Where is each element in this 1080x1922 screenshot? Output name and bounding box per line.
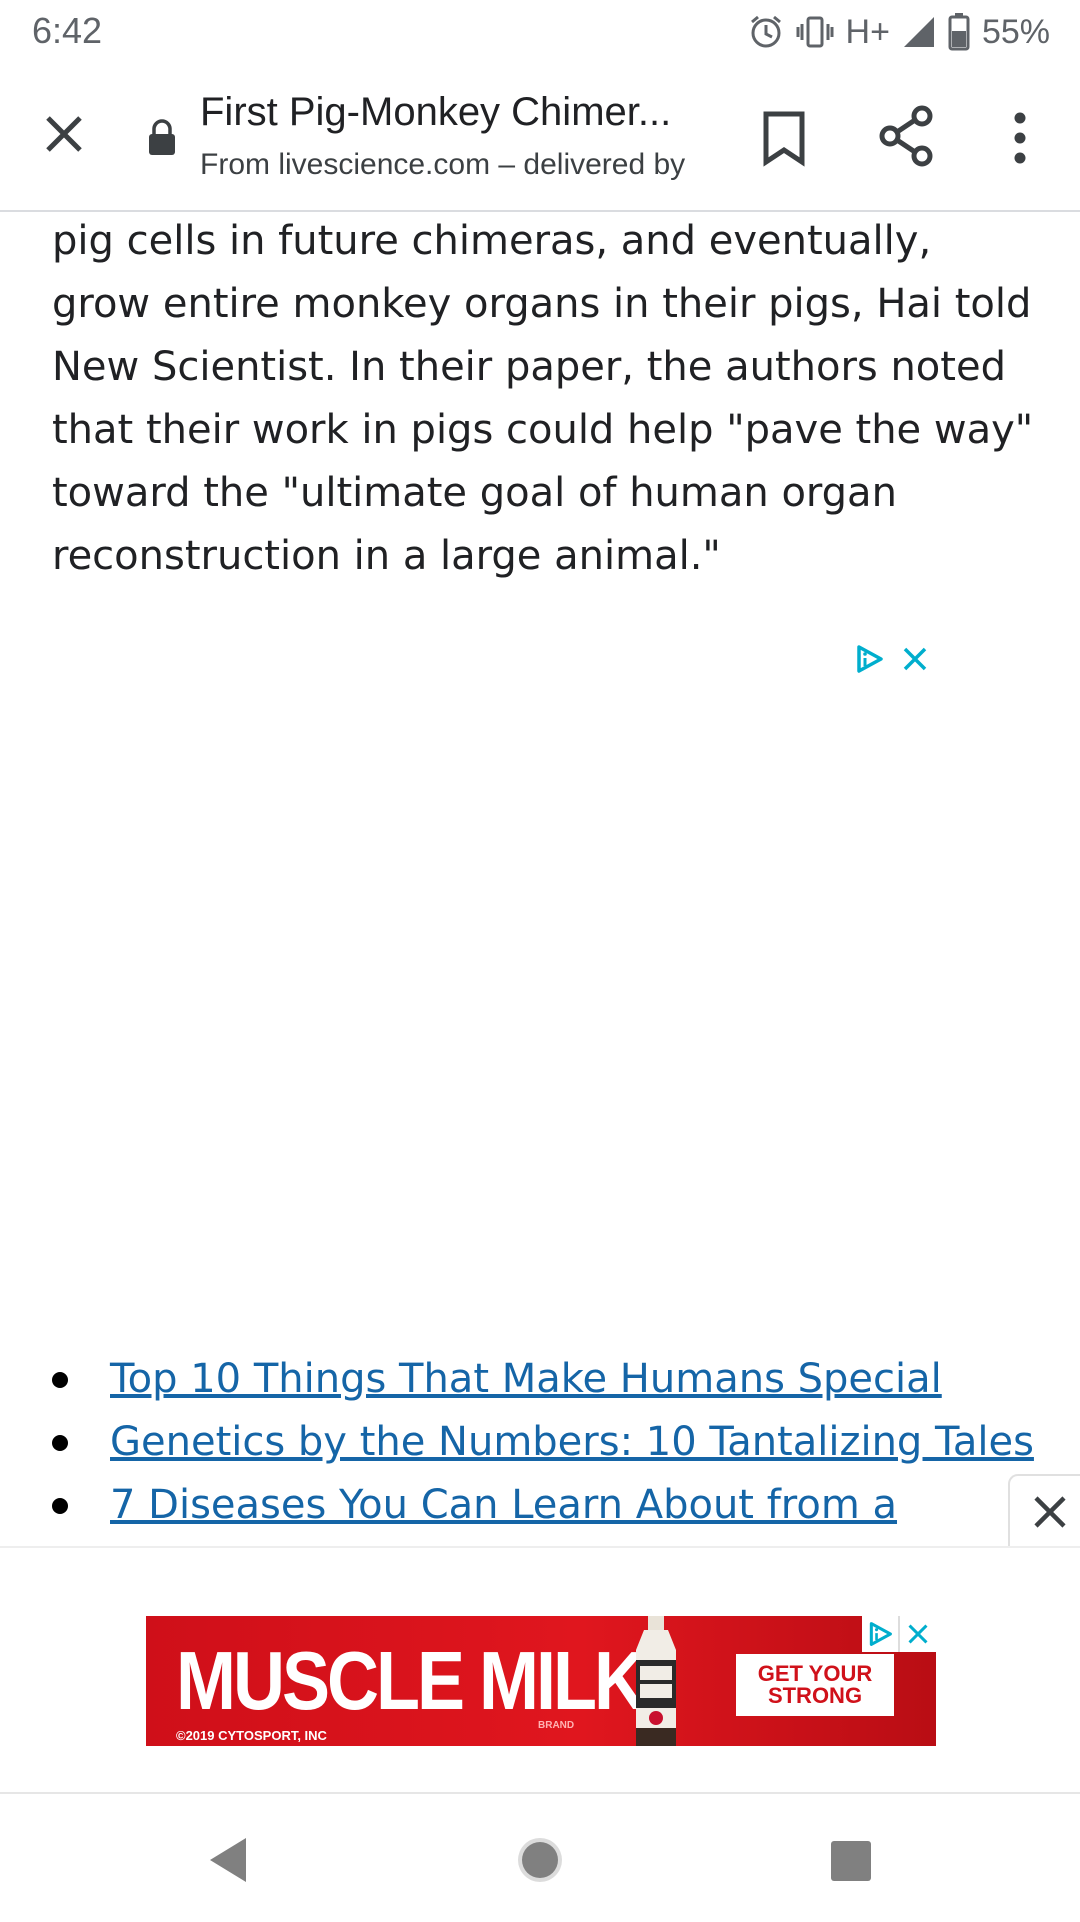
list-item: 7 Diseases You Can Learn About from a xyxy=(52,1474,1062,1537)
ad-brand: MUSCLE MILK xyxy=(176,1635,646,1728)
article-paragraph: pig cells in future chimeras, and eventu… xyxy=(52,218,1034,579)
home-icon[interactable] xyxy=(516,1836,564,1888)
anchor-ad-close-button[interactable] xyxy=(1008,1474,1080,1550)
banner-adchoices xyxy=(862,1616,936,1652)
related-link[interactable]: 7 Diseases You Can Learn About from a xyxy=(110,1482,897,1528)
battery-icon xyxy=(948,13,970,51)
status-bar: 6:42 H+ 55% xyxy=(0,0,1080,64)
related-links-viewport: Top 10 Things That Make Humans Special G… xyxy=(0,1340,1080,1546)
recent-apps-icon[interactable] xyxy=(830,1840,872,1886)
battery-percent: 55% xyxy=(981,12,1050,51)
system-nav-bar xyxy=(0,1792,1080,1922)
inline-ad-badge xyxy=(854,644,928,678)
more-options-icon[interactable] xyxy=(996,108,1044,168)
vibrate-icon xyxy=(796,14,834,50)
alarm-icon xyxy=(748,14,784,50)
bookmark-icon[interactable] xyxy=(756,108,812,168)
article-body: pig cells in future chimeras, and eventu… xyxy=(52,210,1042,588)
lock-icon xyxy=(146,118,178,160)
network-type: H+ xyxy=(845,12,890,51)
ad-copyright: ©2019 CYTOSPORT, INC xyxy=(176,1728,327,1743)
adchoices-icon[interactable] xyxy=(854,644,884,678)
adchoices-icon[interactable] xyxy=(862,1616,898,1652)
signal-icon xyxy=(902,15,936,49)
status-icons: H+ 55% xyxy=(748,10,1050,54)
share-icon[interactable] xyxy=(878,104,938,168)
ad-banner[interactable]: MUSCLE MILK ©2019 CYTOSPORT, INC BRAND G… xyxy=(146,1616,936,1746)
custom-tab-toolbar: First Pig-Monkey Chimer... From livescie… xyxy=(0,64,1080,212)
related-links: Top 10 Things That Make Humans Special G… xyxy=(52,1348,1062,1537)
page-origin: From livescience.com – delivered by xyxy=(200,148,686,181)
ad-close-icon[interactable] xyxy=(898,1616,936,1652)
ad-close-icon[interactable] xyxy=(902,646,928,676)
close-icon[interactable] xyxy=(34,104,94,164)
ad-cta-button[interactable]: GET YOUR STRONG xyxy=(736,1654,894,1716)
ad-brand-tag: BRAND xyxy=(538,1720,575,1731)
close-icon xyxy=(1034,1496,1066,1528)
status-time: 6:42 xyxy=(32,10,103,51)
anchor-ad: MUSCLE MILK ©2019 CYTOSPORT, INC BRAND G… xyxy=(0,1546,1080,1794)
page-title: First Pig-Monkey Chimer... xyxy=(200,90,672,134)
list-item: Top 10 Things That Make Humans Special xyxy=(52,1348,1062,1411)
list-item: Genetics by the Numbers: 10 Tantalizing … xyxy=(52,1411,1062,1474)
product-bottle-image xyxy=(636,1616,676,1746)
related-link[interactable]: Top 10 Things That Make Humans Special xyxy=(110,1356,942,1402)
related-link[interactable]: Genetics by the Numbers: 10 Tantalizing … xyxy=(110,1419,1034,1465)
back-icon[interactable] xyxy=(206,1836,250,1888)
